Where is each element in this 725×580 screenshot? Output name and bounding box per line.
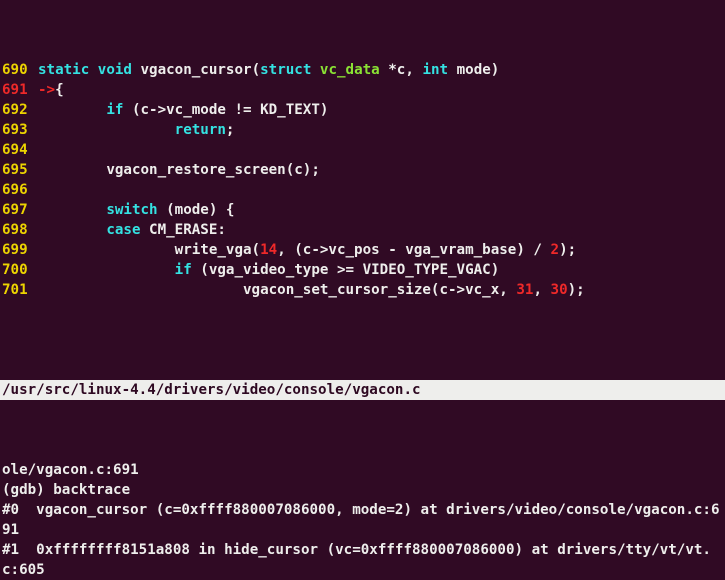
- source-code-pane: 690static void vgacon_cursor(struct vc_d…: [0, 60, 725, 320]
- line-number: 694: [2, 140, 38, 160]
- source-line: 697 switch (mode) {: [2, 200, 723, 220]
- source-line: 695 vgacon_restore_screen(c);: [2, 160, 723, 180]
- line-number: 692: [2, 100, 38, 120]
- terminal-viewport: 690static void vgacon_cursor(struct vc_d…: [0, 0, 725, 580]
- gdb-output-pane[interactable]: ole/vgacon.c:691 (gdb) backtrace #0 vgac…: [0, 460, 725, 580]
- line-number: 700: [2, 260, 38, 280]
- source-line: 699 write_vga(14, (c->vc_pos - vga_vram_…: [2, 240, 723, 260]
- line-code: return;: [38, 120, 723, 140]
- line-number: 701: [2, 280, 38, 300]
- line-number: 690: [2, 60, 38, 80]
- line-code: if (vga_video_type >= VIDEO_TYPE_VGAC): [38, 260, 723, 280]
- line-code: if (c->vc_mode != KD_TEXT): [38, 100, 723, 120]
- status-bar: /usr/src/linux-4.4/drivers/video/console…: [0, 380, 725, 400]
- line-number: 698: [2, 220, 38, 240]
- line-code: vgacon_restore_screen(c);: [38, 160, 723, 180]
- source-line: 698 case CM_ERASE:: [2, 220, 723, 240]
- line-code: switch (mode) {: [38, 200, 723, 220]
- line-code: [38, 180, 723, 200]
- source-line: 696: [2, 180, 723, 200]
- line-number: 693: [2, 120, 38, 140]
- source-line: 690static void vgacon_cursor(struct vc_d…: [2, 60, 723, 80]
- source-line: 692 if (c->vc_mode != KD_TEXT): [2, 100, 723, 120]
- line-code: [38, 140, 723, 160]
- line-number: 697: [2, 200, 38, 220]
- source-line: 694: [2, 140, 723, 160]
- line-number: 695: [2, 160, 38, 180]
- line-number: 691: [2, 80, 38, 100]
- source-line: 700 if (vga_video_type >= VIDEO_TYPE_VGA…: [2, 260, 723, 280]
- line-code: write_vga(14, (c->vc_pos - vga_vram_base…: [38, 240, 723, 260]
- source-line: 701 vgacon_set_cursor_size(c->vc_x, 31, …: [2, 280, 723, 300]
- line-code: ->{: [38, 80, 723, 100]
- line-number: 696: [2, 180, 38, 200]
- line-code: case CM_ERASE:: [38, 220, 723, 240]
- line-code: static void vgacon_cursor(struct vc_data…: [38, 60, 723, 80]
- line-code: vgacon_set_cursor_size(c->vc_x, 31, 30);: [38, 280, 723, 300]
- source-line: 691->{: [2, 80, 723, 100]
- source-line: 693 return;: [2, 120, 723, 140]
- line-number: 699: [2, 240, 38, 260]
